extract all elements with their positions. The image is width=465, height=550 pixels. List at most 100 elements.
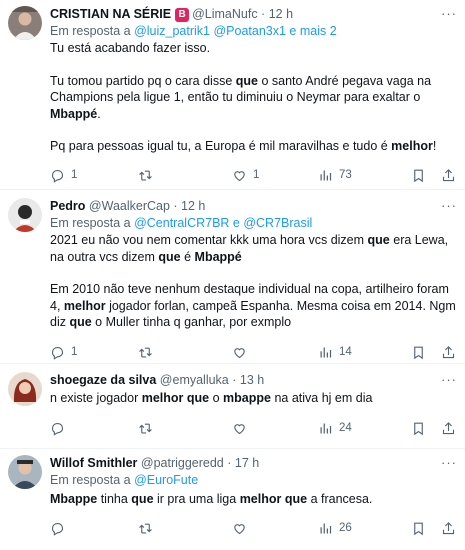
like-button[interactable] [232,344,253,360]
author-name[interactable]: Willof Smithler [50,456,137,470]
like-icon [234,523,245,534]
avatar[interactable] [8,455,42,489]
highlighted-keyword: que [131,492,154,506]
tweet-header: Pedro @WaalkerCap · 12 h ··· [50,198,457,214]
timestamp[interactable]: 17 h [235,456,259,470]
bookmark-button[interactable] [411,167,426,183]
tweet-text: 2021 eu não vou nem comentar kkk uma hor… [50,232,457,331]
reply-context: Em resposta a @CentralCR7BR e @CR7Brasil [50,215,457,232]
highlighted-keyword: que [158,249,181,264]
author-name[interactable]: shoegaze da silva [50,373,156,387]
highlighted-keyword: melhor [391,139,433,153]
badge-icon: B [175,8,190,22]
share-button[interactable] [441,167,456,183]
avatar[interactable] [8,6,42,40]
tweet[interactable]: shoegaze da silva @emyalluka · 13 h ··· … [0,364,465,449]
highlighted-keyword: Mbappé [194,249,242,264]
retweet-button[interactable] [138,520,159,536]
tweet[interactable]: Pedro @WaalkerCap · 12 h ··· Em resposta… [0,190,465,364]
tweet-feed: CRISTIAN NA SÉRIE B @LimaNufc · 12 h ··· E… [0,0,465,550]
share-icon [442,521,455,534]
avatar[interactable] [8,198,42,232]
reply-icon [51,169,64,183]
share-button[interactable] [441,520,456,536]
reply-icon [51,346,64,360]
reply-mentions[interactable]: @EuroFute [134,473,198,487]
like-count: 1 [253,169,260,181]
more-icon[interactable]: ··· [441,455,457,471]
share-button[interactable] [441,344,456,360]
like-icon [234,423,245,434]
tweet-actions: 26 [50,520,457,536]
highlighted-keyword: melhor [63,298,106,313]
reply-button[interactable]: 1 [50,167,77,183]
timestamp[interactable]: 13 h [240,373,264,387]
share-icon [442,421,455,434]
reply-prefix: Em resposta a [50,216,131,230]
retweet-icon [139,170,152,180]
views-icon [320,423,332,433]
views-button[interactable]: 24 [318,420,352,436]
author-handle[interactable]: @WaalkerCap [89,199,170,213]
author-name[interactable]: Pedro [50,199,85,213]
reply-context: Em resposta a @luiz_patrik1 @Poatan3x1 e… [50,23,457,40]
author-handle[interactable]: @emyalluka [160,373,229,387]
retweet-icon [139,347,152,357]
author-handle[interactable]: @patriggeredd [141,456,224,470]
more-icon[interactable]: ··· [441,6,457,22]
author-handle[interactable]: @LimaNufc [192,7,258,21]
bookmark-icon [414,522,423,535]
tweet[interactable]: CRISTIAN NA SÉRIE B @LimaNufc · 12 h ··· E… [0,0,465,190]
retweet-button[interactable] [138,344,159,360]
reply-count: 1 [71,346,78,358]
tweet-actions: 1 14 [50,344,457,360]
highlighted-keyword: que [284,492,308,506]
timestamp[interactable]: 12 h [181,199,205,213]
views-button[interactable]: 14 [318,344,352,360]
tweet-header: CRISTIAN NA SÉRIE B @LimaNufc · 12 h ··· [50,6,457,22]
reply-button[interactable]: 1 [50,344,77,360]
views-button[interactable]: 73 [318,167,352,183]
highlighted-keyword: mbappe [223,391,271,405]
avatar[interactable] [8,372,42,406]
tweet-header: shoegaze da silva @emyalluka · 13 h ··· [50,372,457,388]
reply-mentions[interactable]: @luiz_patrik1 @Poatan3x1 e mais 2 [134,24,337,38]
share-icon [442,345,455,358]
tweet-text: Tu está acabando fazer isso. Tu tomou par… [50,40,457,155]
tweet-paragraph: Mbappe tinha que ir pra uma liga melhor … [50,492,373,506]
tweet-text: n existe jogador melhor que o mbappe na … [50,390,457,407]
more-icon[interactable]: ··· [441,198,457,214]
author-name[interactable]: CRISTIAN NA SÉRIE [50,7,171,21]
retweet-button[interactable] [138,420,159,436]
like-button[interactable] [232,420,253,436]
retweet-icon [139,423,152,433]
more-icon[interactable]: ··· [441,372,457,388]
tweet-paragraph: Tu está acabando fazer isso. [50,41,211,55]
reply-icon [51,422,64,436]
views-count: 73 [339,169,352,181]
bookmark-button[interactable] [411,344,426,360]
reply-count: 1 [71,169,78,181]
tweet-actions: 24 [50,420,457,436]
highlighted-keyword: melhor [141,391,184,405]
tweet-paragraph: Pq para pessoas igual tu, a Europa é mil… [50,139,437,153]
share-button[interactable] [441,420,456,436]
reply-button[interactable] [50,420,71,436]
bookmark-icon [414,422,423,435]
like-button[interactable] [232,520,253,536]
reply-mentions[interactable]: @CentralCR7BR e @CR7Brasil [134,216,312,230]
views-button[interactable]: 26 [318,520,352,536]
like-button[interactable]: 1 [232,167,259,183]
bookmark-button[interactable] [411,420,426,436]
bookmark-icon [414,346,423,359]
timestamp[interactable]: 12 h [269,7,293,21]
reply-button[interactable] [50,520,71,536]
reply-icon [51,522,64,536]
tweet[interactable]: Willof Smithler @patriggeredd · 17 h ···… [0,449,465,550]
like-icon [234,347,245,358]
views-count: 26 [339,522,352,534]
reply-context: Em resposta a @EuroFute [50,472,457,489]
retweet-button[interactable] [138,167,159,183]
tweet-paragraph: n existe jogador melhor que o mbappe na … [50,391,373,405]
bookmark-button[interactable] [411,520,426,536]
